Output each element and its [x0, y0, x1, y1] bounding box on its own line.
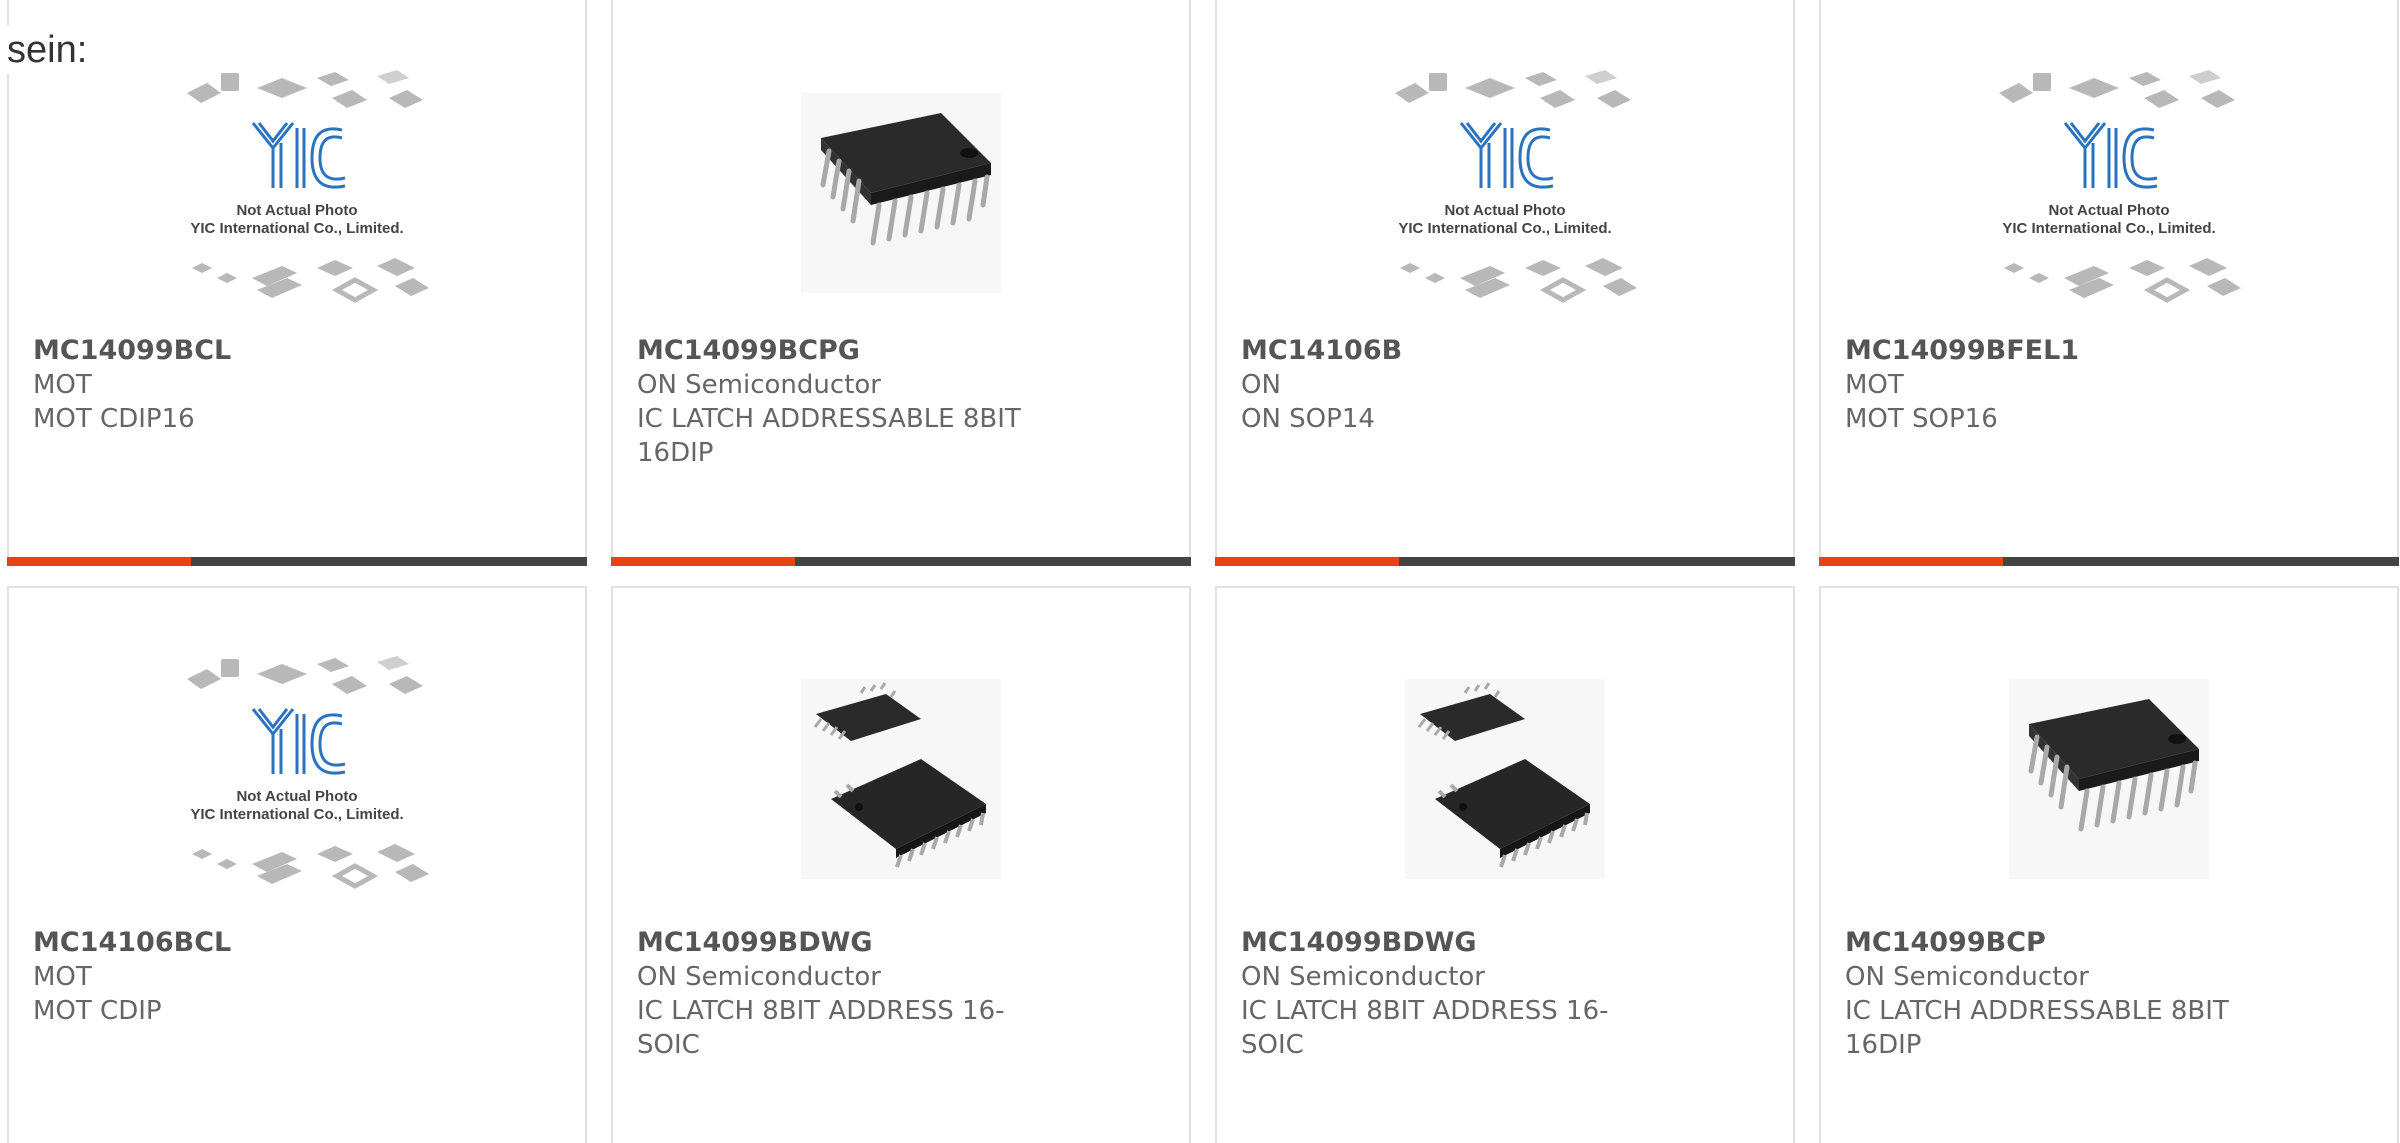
accent-bar-highlight [7, 557, 191, 566]
accent-bar-highlight [1215, 557, 1399, 566]
placeholder-line1: Not Actual Photo [1444, 202, 1565, 219]
intro-text: sein: [7, 26, 92, 74]
part-number[interactable]: MC14106BCL [33, 926, 533, 960]
manufacturer: MOT [33, 962, 92, 992]
manufacturer: ON Semiconductor [1845, 962, 2089, 992]
description: IC LATCH 8BIT ADDRESS 16-SOIC [1241, 996, 1609, 1060]
description: MOT SOP16 [1845, 404, 1998, 434]
soic16-chips-image [801, 679, 1001, 879]
placeholder-image: Not Actual Photo YIC International Co., … [187, 656, 429, 889]
product-info: MC14099BFEL1 MOT MOT SOP16 [1845, 334, 2345, 436]
product-info: MC14099BCPG ON Semiconductor IC LATCH AD… [637, 334, 1137, 470]
product-image-placeholder: Not Actual Photo YIC International Co., … [1217, 58, 1793, 328]
description: IC LATCH ADDRESSABLE 8BIT 16DIP [637, 404, 1021, 468]
placeholder-line1: Not Actual Photo [2048, 202, 2169, 219]
soic16-chips-image [1405, 679, 1605, 879]
product-card[interactable]: MC14099BCP ON Semiconductor IC LATCH ADD… [1819, 586, 2399, 1143]
product-card[interactable]: Not Actual Photo YIC International Co., … [7, 586, 587, 1143]
product-info: MC14106BCL MOT MOT CDIP [33, 926, 533, 1028]
product-image [613, 58, 1189, 328]
accent-bar [7, 557, 587, 566]
placeholder-line2: YIC International Co., Limited. [190, 220, 403, 237]
product-card[interactable]: Not Actual Photo YIC International Co., … [7, 0, 587, 566]
product-card[interactable]: Not Actual Photo YIC International Co., … [1819, 0, 2399, 566]
product-info: MC14099BDWG ON Semiconductor IC LATCH 8B… [637, 926, 1137, 1062]
accent-bar [611, 557, 1191, 566]
manufacturer: ON [1241, 370, 1281, 400]
placeholder-line1: Not Actual Photo [236, 202, 357, 219]
product-image-placeholder: Not Actual Photo YIC International Co., … [9, 644, 585, 914]
description: MOT CDIP16 [33, 404, 195, 434]
product-card[interactable]: MC14099BCPG ON Semiconductor IC LATCH AD… [611, 0, 1191, 566]
manufacturer: MOT [1845, 370, 1904, 400]
manufacturer: ON Semiconductor [1241, 962, 1485, 992]
description: ON SOP14 [1241, 404, 1375, 434]
product-info: MC14099BCL MOT MOT CDIP16 [33, 334, 533, 436]
placeholder-line1: Not Actual Photo [236, 788, 357, 805]
placeholder-image: Not Actual Photo YIC International Co., … [1395, 70, 1637, 303]
product-card[interactable]: MC14099BDWG ON Semiconductor IC LATCH 8B… [1215, 586, 1795, 1143]
placeholder-image: Not Actual Photo YIC International Co., … [187, 70, 429, 303]
accent-bar-highlight [1819, 557, 2003, 566]
product-card[interactable]: Not Actual Photo YIC International Co., … [1215, 0, 1795, 566]
product-image [1217, 644, 1793, 914]
placeholder-line2: YIC International Co., Limited. [1398, 220, 1611, 237]
product-card[interactable]: MC14099BDWG ON Semiconductor IC LATCH 8B… [611, 586, 1191, 1143]
accent-bar [1215, 557, 1795, 566]
placeholder-line2: YIC International Co., Limited. [2002, 220, 2215, 237]
part-number[interactable]: MC14106B [1241, 334, 1741, 368]
product-image-placeholder: Not Actual Photo YIC International Co., … [1821, 58, 2397, 328]
manufacturer: ON Semiconductor [637, 962, 881, 992]
placeholder-line2: YIC International Co., Limited. [190, 806, 403, 823]
product-grid: Not Actual Photo YIC International Co., … [0, 0, 2400, 1143]
product-info: MC14106B ON ON SOP14 [1241, 334, 1741, 436]
product-info: MC14099BCP ON Semiconductor IC LATCH ADD… [1845, 926, 2345, 1062]
accent-bar-highlight [611, 557, 795, 566]
placeholder-image: Not Actual Photo YIC International Co., … [1999, 70, 2241, 303]
manufacturer: MOT [33, 370, 92, 400]
part-number[interactable]: MC14099BCL [33, 334, 533, 368]
description: IC LATCH 8BIT ADDRESS 16-SOIC [637, 996, 1005, 1060]
product-image-placeholder: Not Actual Photo YIC International Co., … [9, 58, 585, 328]
part-number[interactable]: MC14099BDWG [637, 926, 1137, 960]
part-number[interactable]: MC14099BFEL1 [1845, 334, 2345, 368]
product-image [613, 644, 1189, 914]
part-number[interactable]: MC14099BCP [1845, 926, 2345, 960]
manufacturer: ON Semiconductor [637, 370, 881, 400]
dip16-chip-image [2009, 679, 2209, 879]
accent-bar [1819, 557, 2399, 566]
description: MOT CDIP [33, 996, 162, 1026]
dip16-chip-image [801, 93, 1001, 293]
product-info: MC14099BDWG ON Semiconductor IC LATCH 8B… [1241, 926, 1741, 1062]
description: IC LATCH ADDRESSABLE 8BIT 16DIP [1845, 996, 2229, 1060]
part-number[interactable]: MC14099BDWG [1241, 926, 1741, 960]
part-number[interactable]: MC14099BCPG [637, 334, 1137, 368]
product-image [1821, 644, 2397, 914]
